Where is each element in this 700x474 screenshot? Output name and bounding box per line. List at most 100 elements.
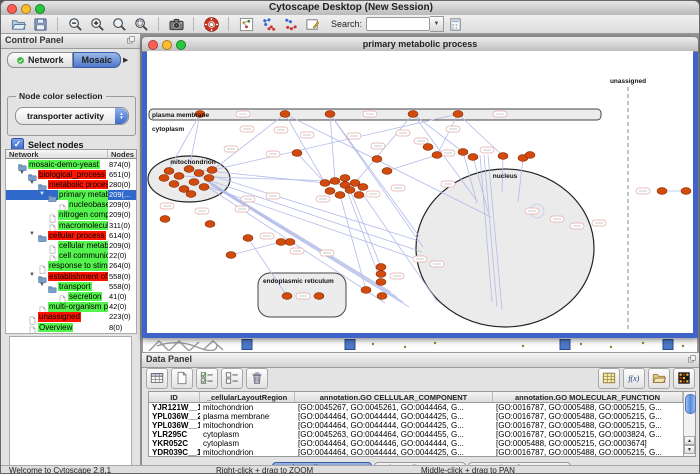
column-header[interactable]: annotation.GO MOLECULAR_FUNCTION <box>493 392 683 402</box>
table-row[interactable]: YLR295Ccytoplasm[GO:0045263, GO:0044464,… <box>149 430 683 439</box>
network-edge[interactable] <box>231 242 281 255</box>
network-node[interactable] <box>335 192 345 199</box>
network-edge[interactable] <box>350 190 381 267</box>
delete-attribute-icon[interactable] <box>246 368 268 389</box>
snapshot-icon[interactable] <box>167 16 185 33</box>
tree-row[interactable]: mosaic-demo-yeast874(0) <box>6 159 136 169</box>
zoom-out-icon[interactable] <box>66 16 84 33</box>
network-node[interactable] <box>314 293 324 300</box>
network-node[interactable] <box>194 170 204 177</box>
open-session-icon[interactable] <box>9 16 27 33</box>
network-overview-icon[interactable] <box>237 16 255 33</box>
attribute-calculator-icon[interactable] <box>446 16 464 33</box>
annotation-icon[interactable] <box>303 16 321 33</box>
tree-row[interactable]: multi-organism pro42(0) <box>6 302 136 312</box>
network-node[interactable] <box>376 279 386 286</box>
column-header[interactable]: _cellularLayoutRegion <box>200 392 295 402</box>
network-node[interactable] <box>354 192 364 199</box>
network-edge[interactable] <box>413 114 477 201</box>
network-node[interactable] <box>458 149 468 156</box>
network-node[interactable] <box>226 252 236 259</box>
tree-row[interactable]: ▼biological_process651(0) <box>6 169 136 179</box>
network-node[interactable] <box>282 293 292 300</box>
table-row[interactable]: YDR039C__1mitochondrion[GO:0044464, GO:0… <box>149 448 683 456</box>
network-edge[interactable] <box>387 155 437 171</box>
network-node[interactable] <box>423 144 433 151</box>
tab-network[interactable]: Network <box>7 52 73 68</box>
search-dropdown-icon[interactable]: ▼ <box>430 16 444 32</box>
disclosure-triangle-icon[interactable]: ▼ <box>29 231 35 237</box>
tree-row[interactable]: macromolecule311(0) <box>6 220 136 230</box>
table-row[interactable]: YKR052Ccytoplasm[GO:0044464, GO:0044446,… <box>149 439 683 448</box>
network-node[interactable] <box>498 153 508 160</box>
tree-row[interactable]: secretion41(0) <box>6 291 136 301</box>
network-node[interactable] <box>292 150 302 157</box>
node-color-dropdown[interactable]: transporter activity ▲▼ <box>15 107 129 125</box>
network-node[interactable] <box>453 111 463 118</box>
network-edge[interactable] <box>330 114 335 181</box>
network-node[interactable] <box>468 154 478 161</box>
window-titlebar[interactable]: Cytoscape Desktop (New Session) <box>1 1 700 16</box>
column-header[interactable]: ID <box>149 392 200 402</box>
network-node[interactable] <box>325 111 335 118</box>
attribute-matrix-icon[interactable] <box>598 368 620 389</box>
search-input[interactable] <box>366 17 430 31</box>
network-node[interactable] <box>320 180 330 187</box>
tree-row[interactable]: ▼establishment of lo558(0) <box>6 271 136 281</box>
table-row[interactable]: YPL036W__2plasma membrane[GO:0044464, GO… <box>149 412 683 421</box>
network-node[interactable] <box>164 168 174 175</box>
disclosure-triangle-icon[interactable]: ▼ <box>39 282 45 288</box>
network-edge[interactable] <box>211 181 422 252</box>
network-node[interactable] <box>285 239 295 246</box>
table-scrollbar[interactable]: ▲ ▼ <box>683 392 695 456</box>
new-attribute-icon[interactable] <box>171 368 193 389</box>
network-node[interactable] <box>382 168 392 175</box>
heatmap-icon[interactable] <box>673 368 695 389</box>
network-node[interactable] <box>174 173 184 180</box>
tree-row[interactable]: nitrogen compo209(0) <box>6 210 136 220</box>
zoom-selected-icon[interactable] <box>132 16 150 33</box>
network-node[interactable] <box>280 111 290 118</box>
network-node[interactable] <box>204 175 214 182</box>
network-node[interactable] <box>432 152 442 159</box>
disclosure-triangle-icon[interactable]: ▼ <box>29 180 35 186</box>
tree-row[interactable]: ▼metabolic process280(0) <box>6 179 136 189</box>
zoom-fit-icon[interactable] <box>110 16 128 33</box>
disclosure-triangle-icon[interactable]: ▼ <box>39 191 45 197</box>
more-tabs-icon[interactable]: ▶ <box>123 56 128 64</box>
network-node[interactable] <box>345 187 355 194</box>
network-node[interactable] <box>376 271 386 278</box>
tree-row[interactable]: ▼primary metabo209(... <box>6 190 136 200</box>
network-node[interactable] <box>525 152 535 159</box>
network-node[interactable] <box>657 188 667 195</box>
network-node[interactable] <box>377 293 387 300</box>
tree-row[interactable]: unassigned223(0) <box>6 312 136 322</box>
network-node[interactable] <box>159 175 169 182</box>
network-node[interactable] <box>186 191 196 198</box>
network-canvas[interactable]: plasma membranecytoplasmmitochondrionnuc… <box>147 51 693 333</box>
network-node[interactable] <box>169 181 179 188</box>
network-node[interactable] <box>340 175 350 182</box>
network-node[interactable] <box>199 184 209 191</box>
scroll-up-icon[interactable]: ▲ <box>684 436 695 445</box>
float-panel-icon[interactable] <box>126 35 137 45</box>
network-node[interactable] <box>372 156 382 163</box>
float-panel-icon[interactable] <box>687 354 698 364</box>
network-node[interactable] <box>358 184 368 191</box>
network-edge[interactable] <box>297 153 325 183</box>
function-builder-icon[interactable]: f(x) <box>623 368 645 389</box>
network-frame-titlebar[interactable]: primary metabolic process <box>142 37 698 52</box>
disclosure-triangle-icon[interactable]: ▼ <box>19 170 25 176</box>
network-node[interactable] <box>205 221 215 228</box>
network-node[interactable] <box>361 287 371 294</box>
network-node[interactable] <box>207 167 217 174</box>
tree-row[interactable]: Overview8(0) <box>6 322 136 332</box>
unselect-all-attributes-icon[interactable] <box>221 368 243 389</box>
network-node[interactable] <box>189 179 199 186</box>
network-node[interactable] <box>376 264 386 271</box>
import-attributes-icon[interactable] <box>648 368 670 389</box>
network-edge[interactable] <box>209 114 285 173</box>
zoom-in-icon[interactable] <box>88 16 106 33</box>
tab-mosaic[interactable]: Mosaic <box>73 52 122 68</box>
attribute-select-table-icon[interactable] <box>146 368 168 389</box>
